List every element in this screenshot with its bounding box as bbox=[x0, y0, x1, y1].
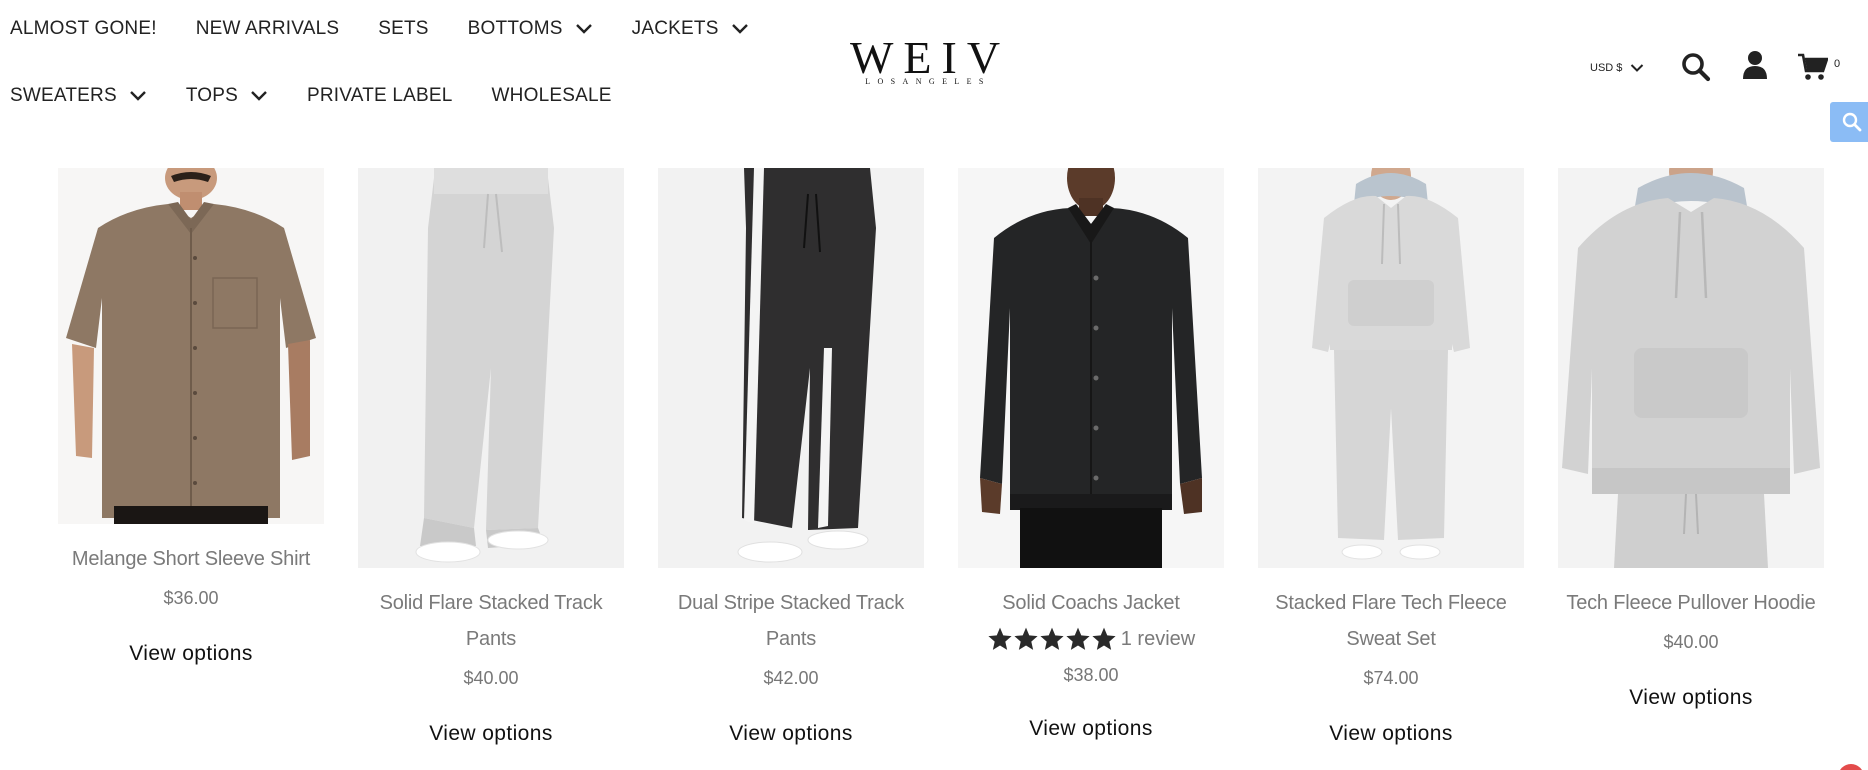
product-image[interactable] bbox=[658, 168, 924, 568]
product-price: $40.00 bbox=[463, 668, 519, 688]
nav-label: BOTTOMS bbox=[467, 18, 563, 39]
nav-row-1: ALMOST GONE! NEW ARRIVALS SETS BOTTOMS J… bbox=[10, 18, 788, 40]
product-price: $36.00 bbox=[163, 588, 219, 608]
cart-count: 0 bbox=[1834, 58, 1841, 70]
view-options-button[interactable]: View options bbox=[729, 722, 853, 746]
product-card: Solid Coachs Jacket 1 review $38.00 View… bbox=[958, 168, 1224, 741]
user-icon[interactable] bbox=[1742, 50, 1768, 80]
nav-label: JACKETS bbox=[631, 18, 719, 39]
currency-label: USD $ bbox=[1590, 62, 1623, 74]
chevron-down-icon bbox=[575, 23, 593, 35]
currency-selector[interactable]: USD $ bbox=[1590, 62, 1644, 74]
product-price: $42.00 bbox=[763, 668, 819, 688]
nav-item-sets[interactable]: SETS bbox=[378, 18, 428, 40]
chevron-down-icon bbox=[1630, 63, 1644, 73]
product-title[interactable]: Solid Coachs Jacket bbox=[958, 585, 1224, 621]
product-price: $38.00 bbox=[1063, 665, 1119, 685]
nav-label: SWEATERS bbox=[10, 85, 117, 106]
product-rating: 1 review bbox=[958, 621, 1224, 657]
product-title[interactable]: Dual Stripe Stacked Track Pants bbox=[658, 585, 924, 657]
product-title[interactable]: Melange Short Sleeve Shirt bbox=[58, 541, 324, 577]
product-grid: Melange Short Sleeve Shirt $36.00 View o… bbox=[0, 168, 1868, 770]
cart-icon[interactable] bbox=[1798, 53, 1829, 81]
nav-label: SETS bbox=[378, 18, 429, 39]
product-title[interactable]: Stacked Flare Tech Fleece Sweat Set bbox=[1258, 585, 1524, 657]
product-image[interactable] bbox=[1258, 168, 1524, 568]
chevron-down-icon bbox=[731, 23, 749, 35]
logo-wordmark: WEIV bbox=[850, 32, 1011, 83]
product-image[interactable] bbox=[58, 168, 324, 524]
product-card: Melange Short Sleeve Shirt $36.00 View o… bbox=[58, 168, 324, 666]
product-image[interactable] bbox=[1558, 168, 1824, 568]
nav-item-almost-gone[interactable]: ALMOST GONE! bbox=[10, 18, 157, 40]
chevron-down-icon bbox=[129, 90, 147, 102]
nav-label: TOPS bbox=[185, 85, 239, 106]
star-icon bbox=[1014, 627, 1038, 650]
product-card: Solid Flare Stacked Track Pants $40.00 V… bbox=[358, 168, 624, 746]
view-options-button[interactable]: View options bbox=[1029, 717, 1153, 741]
review-count-link[interactable]: 1 review bbox=[1121, 628, 1195, 651]
floating-search-button[interactable] bbox=[1830, 102, 1868, 142]
nav-item-bottoms[interactable]: BOTTOMS bbox=[468, 18, 593, 40]
star-icon bbox=[988, 627, 1012, 650]
nav-label: WHOLESALE bbox=[491, 85, 612, 106]
chevron-down-icon bbox=[250, 90, 268, 102]
product-image[interactable] bbox=[358, 168, 624, 568]
view-options-button[interactable]: View options bbox=[1329, 722, 1453, 746]
product-price: $40.00 bbox=[1663, 632, 1719, 652]
search-icon[interactable] bbox=[1681, 52, 1711, 82]
product-card: Dual Stripe Stacked Track Pants $42.00 V… bbox=[658, 168, 924, 746]
nav-row-2: SWEATERS TOPS PRIVATE LABEL WHOLESALE bbox=[10, 85, 651, 107]
product-title[interactable]: Solid Flare Stacked Track Pants bbox=[358, 585, 624, 657]
star-icon bbox=[1092, 627, 1116, 650]
view-options-button[interactable]: View options bbox=[129, 642, 253, 666]
product-image[interactable] bbox=[958, 168, 1224, 568]
product-card: Tech Fleece Pullover Hoodie $40.00 View … bbox=[1558, 168, 1824, 710]
nav-item-sweaters[interactable]: SWEATERS bbox=[10, 85, 147, 107]
nav-item-tops[interactable]: TOPS bbox=[186, 85, 268, 107]
product-card: Stacked Flare Tech Fleece Sweat Set $74.… bbox=[1258, 168, 1524, 746]
view-options-button[interactable]: View options bbox=[429, 722, 553, 746]
star-icon bbox=[1066, 627, 1090, 650]
product-price: $74.00 bbox=[1363, 668, 1419, 688]
nav-item-wholesale[interactable]: WHOLESALE bbox=[492, 85, 612, 107]
nav-label: NEW ARRIVALS bbox=[195, 18, 340, 39]
view-options-button[interactable]: View options bbox=[1629, 686, 1753, 710]
star-rating bbox=[987, 626, 1117, 652]
product-title[interactable]: Tech Fleece Pullover Hoodie bbox=[1558, 585, 1824, 621]
nav-label: PRIVATE LABEL bbox=[307, 85, 453, 106]
nav-item-private-label[interactable]: PRIVATE LABEL bbox=[307, 85, 453, 107]
nav-item-new-arrivals[interactable]: NEW ARRIVALS bbox=[196, 18, 340, 40]
nav-label: ALMOST GONE! bbox=[10, 18, 157, 39]
site-logo[interactable]: WEIV LOSANGELES bbox=[840, 32, 1011, 86]
nav-item-jackets[interactable]: JACKETS bbox=[632, 18, 749, 40]
star-icon bbox=[1040, 627, 1064, 650]
logo-subtitle: LOSANGELES bbox=[865, 77, 991, 86]
